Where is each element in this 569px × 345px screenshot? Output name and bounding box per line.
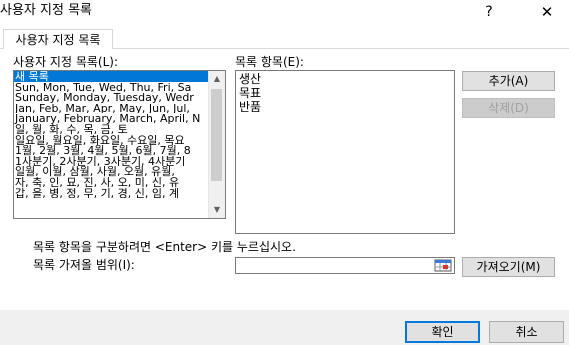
- custom-lists-listbox[interactable]: 새 목록 Sun, Mon, Tue, Wed, Thu, Fri, Sa Sund…: [13, 70, 226, 219]
- import-button[interactable]: 가져오기(M): [462, 257, 555, 277]
- entry-line: 반품: [239, 100, 262, 114]
- list-entries-label: 목록 항목(E):: [235, 55, 304, 69]
- import-range-field[interactable]: [235, 257, 455, 274]
- custom-lists-label: 사용자 지정 목록(L):: [13, 55, 119, 69]
- dialog-footer: 확인 취소: [0, 310, 569, 345]
- list-item[interactable]: 갑, 을, 병, 정, 무, 기, 경, 신, 임, 계: [14, 188, 210, 198]
- custom-lists-items: 새 목록 Sun, Mon, Tue, Wed, Thu, Fri, Sa Sund…: [14, 71, 210, 218]
- range-select-icon[interactable]: [434, 259, 452, 272]
- list-item[interactable]: Sun, Mon, Tue, Wed, Thu, Fri, Sa: [14, 82, 210, 92]
- tab-custom-lists[interactable]: 사용자 지정 목록: [3, 29, 113, 49]
- help-button[interactable]: ?: [478, 2, 500, 22]
- list-item[interactable]: 1월, 2월, 3월, 4월, 5월, 6월, 7월, 8: [14, 145, 210, 155]
- window-title: 사용자 지정 목록: [0, 3, 92, 18]
- entry-line: 목표: [239, 86, 262, 100]
- scroll-down-arrow-icon[interactable]: ▼: [209, 202, 225, 218]
- ok-button[interactable]: 확인: [405, 321, 480, 343]
- entry-line: 생산: [239, 72, 262, 86]
- title-bar: 사용자 지정 목록 ? ✕: [0, 0, 569, 26]
- list-item[interactable]: 1사분기, 2사분기, 3사분기, 4사분기: [14, 156, 210, 166]
- delete-button[interactable]: 삭제(D): [462, 98, 555, 118]
- list-item[interactable]: Jan, Feb, Mar, Apr, May, Jun, Jul,: [14, 103, 210, 113]
- separator-hint: 목록 항목을 구분하려면 <Enter> 키를 누르십시오.: [33, 240, 296, 254]
- import-range-label: 목록 가져올 범위(I):: [33, 258, 135, 272]
- list-entries-textarea[interactable]: 생산 목표 반품: [235, 70, 455, 234]
- list-item[interactable]: Sunday, Monday, Tuesday, Wedr: [14, 92, 210, 102]
- list-item[interactable]: January, February, March, April, N: [14, 113, 210, 124]
- scroll-thumb[interactable]: [211, 89, 222, 181]
- list-item[interactable]: 자, 축, 인, 묘, 진, 사, 오, 미, 신, 유: [14, 177, 210, 187]
- list-vertical-scrollbar[interactable]: ▲ ▼: [208, 71, 225, 218]
- list-item[interactable]: 새 목록: [14, 71, 210, 82]
- scroll-up-arrow-icon[interactable]: ▲: [209, 71, 225, 87]
- list-item[interactable]: 일월, 이월, 삼월, 사월, 오월, 유월,: [14, 166, 210, 177]
- cancel-button[interactable]: 취소: [489, 321, 564, 343]
- list-item[interactable]: 일요일, 월요일, 화요일, 수요일, 목요: [14, 135, 210, 145]
- add-button[interactable]: 추가(A): [462, 71, 555, 91]
- list-item[interactable]: 일, 월, 화, 수, 목, 금, 토: [14, 124, 210, 134]
- close-button[interactable]: ✕: [532, 2, 562, 22]
